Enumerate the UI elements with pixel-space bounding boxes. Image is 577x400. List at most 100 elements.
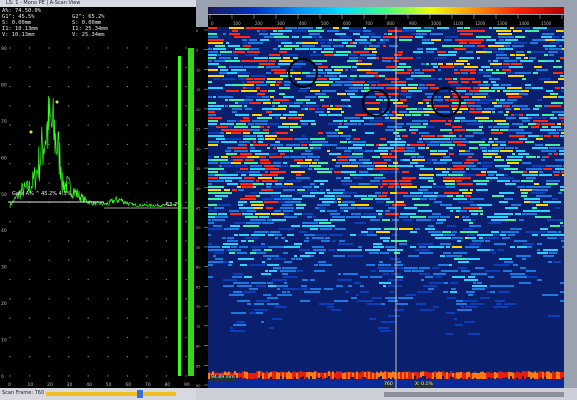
backwall-band [534,371,536,380]
grid-dot [165,278,168,281]
backwall-band [258,371,260,378]
grid-dot [107,317,109,319]
backwall-band [530,371,532,380]
grid-dot [126,182,129,184]
grid-dot [87,85,89,88]
backwall-band [388,372,390,379]
grid-dot [9,356,11,358]
y-tick-label: 50 [1,192,7,198]
grid-dot [28,47,31,49]
grid-dot [146,356,148,358]
grid-dot [126,66,129,68]
grid-dot [126,259,129,261]
ascan-plot[interactable]: 90807060504030201000 10 20 30 40 50 60 70 80 90Ga… [0,44,196,388]
grid-dot [126,143,129,146]
grid-dot [107,163,109,165]
gate-a-label: Gate A% ^ 45.2% 4.3% [12,191,72,197]
peak-marker [29,130,33,134]
grid-dot [165,356,168,358]
grid-dot [107,47,109,49]
backwall-band [300,371,302,378]
backwall-band [292,371,294,380]
backwall-band [284,372,286,378]
grid-dot [87,105,89,107]
cscan-image[interactable]: 94.89 mm 760 X: 0.1% [208,27,564,388]
grid-dot [9,278,11,281]
grid-dot [107,240,109,242]
grid-dot [9,336,11,339]
amplitude-bar [188,48,194,376]
scan-slider-track[interactable] [46,392,176,396]
backwall-band [362,371,364,377]
backwall-band [468,371,470,378]
y-tick-label: 80 [1,82,7,88]
readout-v2: V: 25.34mm [72,32,105,38]
top-tick-label: 700 [365,21,373,26]
backwall-band [268,372,270,379]
horizontal-scrollbar[interactable] [384,392,564,397]
grid-dot [9,317,11,319]
backwall-band [442,371,444,377]
top-tick-label: 1100 [453,21,464,26]
grid-dot [67,298,70,300]
grid-dot [126,47,129,49]
grid-dot [146,143,148,146]
grid-dot [185,220,187,223]
grid-dot [165,259,168,261]
backwall-band [456,372,458,379]
grid-dot [107,278,109,281]
backwall-band [552,371,554,379]
grid-dot [146,105,148,107]
scan-slider-thumb[interactable] [136,390,143,398]
y-tick-label: 0 [1,374,4,380]
grid-dot [146,163,148,165]
backwall-band [480,371,482,379]
color-palette-bar[interactable] [208,7,564,14]
backwall-band [324,372,326,379]
grid-dot [87,143,89,146]
left-tick-label: 25 [196,128,201,132]
grid-dot [28,240,31,242]
top-tick-label: 600 [343,21,351,26]
top-tick-label: 1300 [497,21,508,26]
grid-dot [107,259,109,261]
backwall-band [450,371,452,377]
grid-dot [107,85,109,88]
backwall-band [248,372,250,379]
backwall-band [446,372,448,379]
grid-dot [48,298,50,300]
backwall-band [496,372,498,378]
backwall-band [438,371,440,380]
backwall-band [492,372,494,378]
grid-dot [107,375,109,377]
grid-dot [28,298,31,300]
backwall-band [244,371,246,379]
grid-dot [28,85,31,88]
backwall-band [332,371,334,381]
depth-label: 94.89 mm [210,375,236,381]
backwall-band [508,371,510,380]
backwall-band [516,371,518,378]
backwall-band [550,372,552,380]
backwall-band [270,371,272,377]
backwall-band [398,372,400,379]
backwall-band [290,372,292,379]
backwall-band [334,372,336,378]
backwall-band [408,371,410,380]
y-tick-label: 70 [1,119,7,125]
grid-dot [67,220,70,223]
grid-dot [28,336,31,339]
grid-dot [126,240,129,242]
grid-dot [87,356,89,358]
backwall-band [250,372,252,380]
grid-dot [87,124,89,126]
grid-dot [107,356,109,358]
grid-dot [9,220,11,223]
ascan-panel: LS: 1 - Mono PE | A-Scan View A%: 74.50.… [0,0,196,400]
grid-dot [185,240,187,242]
grid-dot [28,278,31,281]
grid-dot [185,317,187,319]
backwall-band [294,371,296,377]
left-tick-label: 85 [196,364,201,368]
grid-dot [87,182,89,184]
